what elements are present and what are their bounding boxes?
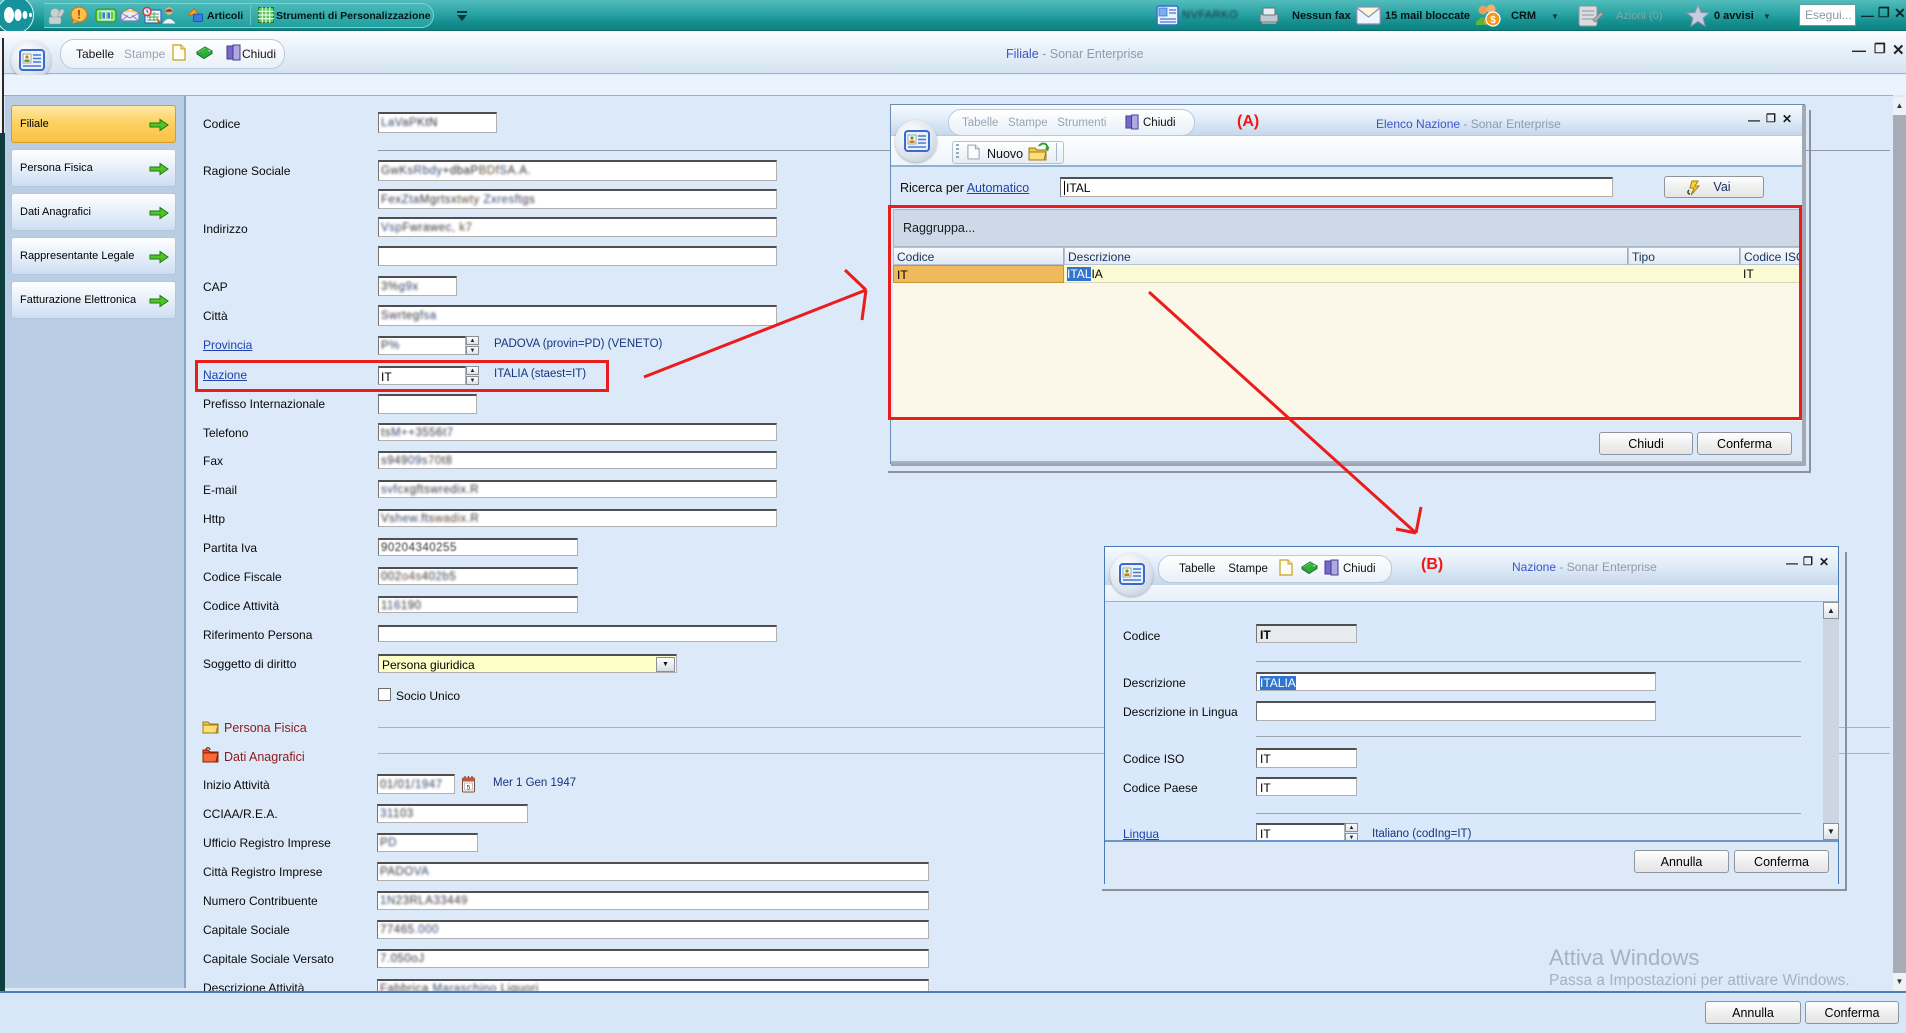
svg-text:5: 5 (467, 785, 471, 792)
svg-text:!: ! (77, 8, 81, 22)
svg-text:$: $ (1490, 15, 1496, 26)
